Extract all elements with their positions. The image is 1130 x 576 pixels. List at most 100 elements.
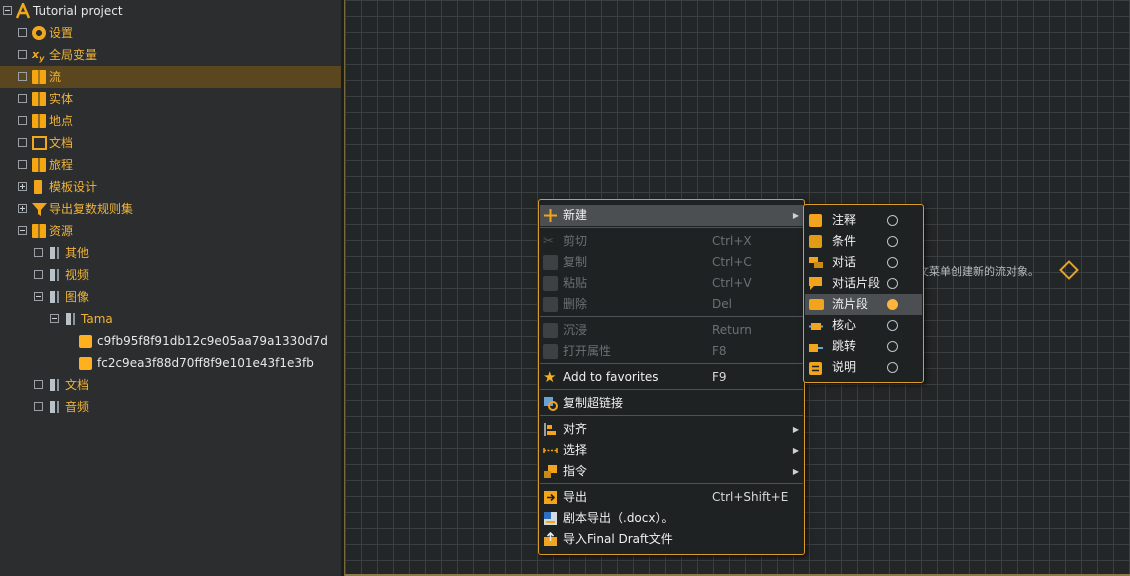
submenu-item-dialogue-fragment[interactable]: 对话片段 bbox=[805, 273, 922, 294]
tree-root[interactable]: Tutorial project bbox=[0, 0, 341, 22]
radio-button[interactable] bbox=[887, 320, 898, 331]
variable-icon: xy bbox=[32, 48, 45, 64]
submenu-label: 对话片段 bbox=[832, 276, 881, 290]
dialogue-icon bbox=[809, 256, 823, 269]
tree-item-locations[interactable]: 地点 bbox=[0, 110, 341, 132]
radio-button[interactable] bbox=[887, 236, 898, 247]
tree-item-video[interactable]: 视频 bbox=[0, 264, 341, 286]
tree-item-label: 图像 bbox=[65, 290, 90, 304]
menu-copy-hyperlink[interactable]: 复制超链接 bbox=[540, 393, 803, 414]
menu-shortcut: Del bbox=[712, 297, 732, 311]
expander[interactable] bbox=[18, 72, 27, 81]
menu-new[interactable]: 新建 ▶ bbox=[540, 205, 803, 226]
menu-copy[interactable]: 复制 Ctrl+C bbox=[540, 252, 803, 273]
menu-export[interactable]: 导出 Ctrl+Shift+E bbox=[540, 487, 803, 508]
tree-item-images[interactable]: 图像 bbox=[0, 286, 341, 308]
expander[interactable] bbox=[34, 248, 43, 257]
project-tree: Tutorial project 设置 xy 全局变量 流 实体 地点 文档 旅… bbox=[0, 0, 342, 576]
import-icon bbox=[543, 531, 558, 547]
expander[interactable] bbox=[18, 50, 27, 59]
tree-item-audio[interactable]: 音频 bbox=[0, 396, 341, 418]
menu-align[interactable]: 对齐 ▶ bbox=[540, 419, 803, 440]
collapse-icon[interactable] bbox=[18, 226, 27, 235]
tree-item-template-design[interactable]: 模板设计 bbox=[0, 176, 341, 198]
menu-dive[interactable]: 沉浸 Return bbox=[540, 320, 803, 341]
submenu-label: 说明 bbox=[832, 360, 857, 374]
canvas-hint-text: 文菜单创建新的流对象。 bbox=[918, 265, 1039, 278]
export-icon bbox=[543, 490, 558, 505]
submenu-item-jump[interactable]: 跳转 bbox=[805, 336, 922, 357]
expander[interactable] bbox=[18, 28, 27, 37]
submenu-label: 条件 bbox=[832, 234, 857, 248]
menu-import-final-draft[interactable]: 导入Final Draft文件 bbox=[540, 529, 803, 550]
menu-shortcut: Ctrl+X bbox=[712, 234, 752, 248]
tree-item-export-rulesets[interactable]: 导出复数规则集 bbox=[0, 198, 341, 220]
assets-icon bbox=[32, 224, 46, 238]
tree-item-entities[interactable]: 实体 bbox=[0, 88, 341, 110]
expander[interactable] bbox=[18, 160, 27, 169]
separator bbox=[540, 415, 803, 416]
tree-item-label: 全局变量 bbox=[49, 48, 98, 62]
tree-item-label: Tama bbox=[81, 312, 113, 326]
tree-item-image-1[interactable]: c9fb95f8f91db12c9e05aa79a1330d7d bbox=[0, 330, 341, 352]
expand-icon[interactable] bbox=[18, 182, 27, 191]
expander[interactable] bbox=[18, 116, 27, 125]
folder-icon bbox=[66, 313, 75, 325]
flow-fragment-icon bbox=[809, 299, 824, 310]
submenu-item-flow-fragment[interactable]: 流片段 bbox=[805, 294, 922, 315]
tree-item-tama[interactable]: Tama bbox=[0, 308, 341, 330]
tree-item-documents[interactable]: 文档 bbox=[0, 132, 341, 154]
submenu-label: 对话 bbox=[832, 255, 857, 269]
radio-button-selected[interactable] bbox=[887, 299, 898, 310]
submenu-item-description[interactable]: 说明 bbox=[805, 357, 922, 378]
expander[interactable] bbox=[34, 380, 43, 389]
radio-button[interactable] bbox=[887, 257, 898, 268]
menu-label: 指令 bbox=[563, 464, 588, 478]
menu-add-to-favorites[interactable]: ★ Add to favorites F9 bbox=[540, 367, 803, 388]
tree-item-assets[interactable]: 资源 bbox=[0, 220, 341, 242]
collapse-icon[interactable] bbox=[3, 6, 12, 15]
menu-script-export[interactable]: 剧本导出（.docx）。 bbox=[540, 508, 803, 529]
tree-item-journeys[interactable]: 旅程 bbox=[0, 154, 341, 176]
radio-button[interactable] bbox=[887, 215, 898, 226]
tree-item-label: 旅程 bbox=[49, 158, 74, 172]
expander[interactable] bbox=[18, 94, 27, 103]
properties-icon bbox=[543, 344, 558, 359]
collapse-icon[interactable] bbox=[50, 314, 59, 323]
radio-button[interactable] bbox=[887, 341, 898, 352]
menu-cut[interactable]: ✂ 剪切 Ctrl+X bbox=[540, 231, 803, 252]
tree-item-settings[interactable]: 设置 bbox=[0, 22, 341, 44]
radio-button[interactable] bbox=[887, 278, 898, 289]
expander[interactable] bbox=[18, 138, 27, 147]
radio-button[interactable] bbox=[887, 362, 898, 373]
expand-icon[interactable] bbox=[18, 204, 27, 213]
expander[interactable] bbox=[34, 402, 43, 411]
submenu-arrow-icon: ▶ bbox=[792, 211, 799, 220]
template-icon bbox=[34, 180, 42, 194]
submenu-item-comment[interactable]: 注释 bbox=[805, 210, 922, 231]
menu-command[interactable]: 指令 ▶ bbox=[540, 461, 803, 482]
submenu-item-hub[interactable]: 核心 bbox=[805, 315, 922, 336]
submenu-label: 注释 bbox=[832, 213, 857, 227]
collapse-icon[interactable] bbox=[34, 292, 43, 301]
tree-item-label: 实体 bbox=[49, 92, 74, 106]
expander[interactable] bbox=[34, 270, 43, 279]
tree-item-other[interactable]: 其他 bbox=[0, 242, 341, 264]
articy-logo-icon bbox=[15, 0, 31, 19]
menu-label: 沉浸 bbox=[563, 323, 588, 337]
align-icon bbox=[543, 422, 558, 437]
tree-item-label: c9fb95f8f91db12c9e05aa79a1330d7d bbox=[97, 334, 328, 348]
menu-select[interactable]: 选择 ▶ bbox=[540, 440, 803, 461]
tree-item-flow[interactable]: 流 bbox=[0, 66, 341, 88]
submenu-item-dialogue[interactable]: 对话 bbox=[805, 252, 922, 273]
menu-open-properties[interactable]: 打开属性 F8 bbox=[540, 341, 803, 362]
tree-item-global-variables[interactable]: xy 全局变量 bbox=[0, 44, 341, 66]
submenu-item-condition[interactable]: 条件 bbox=[805, 231, 922, 252]
tree-item-docs[interactable]: 文档 bbox=[0, 374, 341, 396]
menu-paste[interactable]: 粘贴 Ctrl+V bbox=[540, 273, 803, 294]
image-icon bbox=[79, 357, 92, 370]
tree-item-image-2[interactable]: fc2c9ea3f88d70ff8f9e101e43f1e3fb bbox=[0, 352, 341, 374]
menu-delete[interactable]: 删除 Del bbox=[540, 294, 803, 315]
menu-label: 新建 bbox=[563, 208, 588, 222]
folder-icon bbox=[50, 291, 59, 303]
